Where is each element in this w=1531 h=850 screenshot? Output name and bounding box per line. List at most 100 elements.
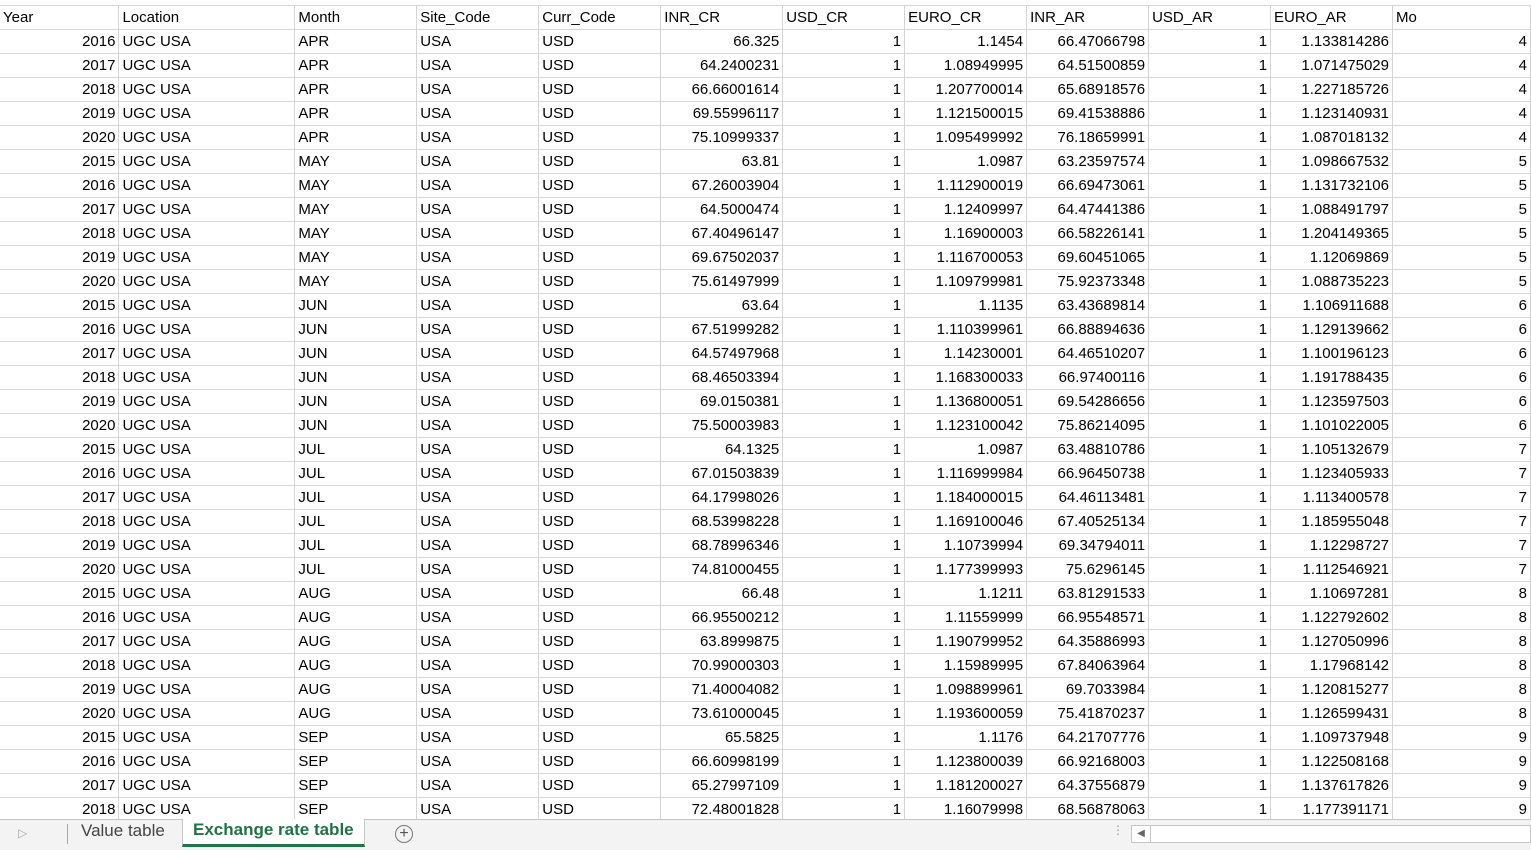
cell-month[interactable]: MAY <box>294 149 418 174</box>
cell-mo[interactable]: 8 <box>1392 701 1531 726</box>
header-cell-month[interactable]: Month <box>294 6 418 30</box>
cell-euro-cr[interactable]: 1.16079998 <box>904 797 1028 819</box>
cell-curr-code[interactable]: USD <box>538 653 662 678</box>
cell-location[interactable]: UGC USA <box>118 29 296 54</box>
cell-inr-ar[interactable]: 64.51500859 <box>1026 53 1150 78</box>
cell-month[interactable]: AUG <box>294 677 418 702</box>
cell-usd-cr[interactable]: 1 <box>782 245 906 270</box>
cell-euro-cr[interactable]: 1.177399993 <box>904 557 1028 582</box>
cell-euro-cr[interactable]: 1.193600059 <box>904 701 1028 726</box>
cell-inr-ar[interactable]: 63.48810786 <box>1026 437 1150 462</box>
cell-curr-code[interactable]: USD <box>538 365 662 390</box>
cell-inr-cr[interactable]: 64.57497968 <box>660 341 784 366</box>
cell-month[interactable]: JUN <box>294 413 418 438</box>
cell-month[interactable]: SEP <box>294 797 418 819</box>
cell-inr-cr[interactable]: 71.40004082 <box>660 677 784 702</box>
cell-location[interactable]: UGC USA <box>118 101 296 126</box>
cell-site-code[interactable]: USA <box>416 365 540 390</box>
header-cell-location[interactable]: Location <box>118 6 296 30</box>
cell-euro-cr[interactable]: 1.123800039 <box>904 749 1028 774</box>
cell-euro-ar[interactable]: 1.112546921 <box>1270 557 1393 582</box>
cell-usd-ar[interactable]: 1 <box>1148 245 1272 270</box>
cell-usd-cr[interactable]: 1 <box>782 293 906 318</box>
cell-site-code[interactable]: USA <box>416 173 540 198</box>
cell-inr-cr[interactable]: 69.67502037 <box>660 245 784 270</box>
cell-euro-ar[interactable]: 1.109737948 <box>1270 725 1393 750</box>
cell-usd-ar[interactable]: 1 <box>1148 605 1272 630</box>
cell-euro-cr[interactable]: 1.169100046 <box>904 509 1028 534</box>
cell-inr-ar[interactable]: 67.84063964 <box>1026 653 1150 678</box>
cell-usd-cr[interactable]: 1 <box>782 197 906 222</box>
cell-inr-cr[interactable]: 72.48001828 <box>660 797 784 819</box>
cell-mo[interactable]: 6 <box>1392 293 1531 318</box>
cell-curr-code[interactable]: USD <box>538 341 662 366</box>
cell-usd-cr[interactable]: 1 <box>782 773 906 798</box>
cell-site-code[interactable]: USA <box>416 245 540 270</box>
cell-euro-cr[interactable]: 1.1176 <box>904 725 1028 750</box>
cell-euro-ar[interactable]: 1.100196123 <box>1270 341 1393 366</box>
cell-month[interactable]: MAY <box>294 173 418 198</box>
cell-usd-cr[interactable]: 1 <box>782 749 906 774</box>
cell-month[interactable]: APR <box>294 77 418 102</box>
cell-month[interactable]: AUG <box>294 653 418 678</box>
scroll-left-arrow-icon[interactable]: ◀ <box>1132 826 1151 842</box>
cell-euro-cr[interactable]: 1.168300033 <box>904 365 1028 390</box>
cell-month[interactable]: JUL <box>294 437 418 462</box>
cell-inr-ar[interactable]: 69.41538886 <box>1026 101 1150 126</box>
cell-month[interactable]: APR <box>294 29 418 54</box>
cell-inr-cr[interactable]: 63.8999875 <box>660 629 784 654</box>
cell-inr-ar[interactable]: 64.35886993 <box>1026 629 1150 654</box>
cell-year[interactable]: 2019 <box>0 245 120 270</box>
cell-location[interactable]: UGC USA <box>118 293 296 318</box>
cell-mo[interactable]: 7 <box>1392 461 1531 486</box>
cell-location[interactable]: UGC USA <box>118 125 296 150</box>
cell-inr-cr[interactable]: 73.61000045 <box>660 701 784 726</box>
cell-mo[interactable]: 4 <box>1392 101 1531 126</box>
cell-mo[interactable]: 7 <box>1392 437 1531 462</box>
cell-usd-cr[interactable]: 1 <box>782 389 906 414</box>
cell-location[interactable]: UGC USA <box>118 653 296 678</box>
cell-location[interactable]: UGC USA <box>118 149 296 174</box>
cell-usd-ar[interactable]: 1 <box>1148 725 1272 750</box>
cell-inr-cr[interactable]: 65.27997109 <box>660 773 784 798</box>
cell-month[interactable]: MAY <box>294 245 418 270</box>
cell-euro-cr[interactable]: 1.12409997 <box>904 197 1028 222</box>
cell-mo[interactable]: 7 <box>1392 509 1531 534</box>
cell-usd-cr[interactable]: 1 <box>782 725 906 750</box>
cell-site-code[interactable]: USA <box>416 797 540 819</box>
cell-usd-ar[interactable]: 1 <box>1148 509 1272 534</box>
cell-euro-ar[interactable]: 1.204149365 <box>1270 221 1393 246</box>
cell-curr-code[interactable]: USD <box>538 797 662 819</box>
cell-month[interactable]: JUL <box>294 509 418 534</box>
cell-inr-cr[interactable]: 66.48 <box>660 581 784 606</box>
cell-month[interactable]: SEP <box>294 725 418 750</box>
cell-mo[interactable]: 8 <box>1392 653 1531 678</box>
cell-curr-code[interactable]: USD <box>538 269 662 294</box>
cell-inr-cr[interactable]: 66.60998199 <box>660 749 784 774</box>
cell-site-code[interactable]: USA <box>416 701 540 726</box>
cell-year[interactable]: 2016 <box>0 605 120 630</box>
cell-inr-cr[interactable]: 68.46503394 <box>660 365 784 390</box>
cell-location[interactable]: UGC USA <box>118 197 296 222</box>
cell-inr-ar[interactable]: 69.34794011 <box>1026 533 1150 558</box>
cell-usd-cr[interactable]: 1 <box>782 461 906 486</box>
cell-inr-ar[interactable]: 66.92168003 <box>1026 749 1150 774</box>
cell-euro-ar[interactable]: 1.12298727 <box>1270 533 1393 558</box>
cell-usd-cr[interactable]: 1 <box>782 677 906 702</box>
cell-mo[interactable]: 9 <box>1392 725 1531 750</box>
cell-usd-ar[interactable]: 1 <box>1148 485 1272 510</box>
cell-curr-code[interactable]: USD <box>538 677 662 702</box>
cell-euro-cr[interactable]: 1.11559999 <box>904 605 1028 630</box>
cell-site-code[interactable]: USA <box>416 629 540 654</box>
cell-location[interactable]: UGC USA <box>118 773 296 798</box>
cell-inr-ar[interactable]: 69.54286656 <box>1026 389 1150 414</box>
cell-inr-cr[interactable]: 75.50003983 <box>660 413 784 438</box>
cell-inr-ar[interactable]: 69.60451065 <box>1026 245 1150 270</box>
cell-location[interactable]: UGC USA <box>118 245 296 270</box>
cell-mo[interactable]: 7 <box>1392 533 1531 558</box>
cell-year[interactable]: 2015 <box>0 293 120 318</box>
cell-euro-cr[interactable]: 1.110399961 <box>904 317 1028 342</box>
cell-year[interactable]: 2017 <box>0 773 120 798</box>
cell-year[interactable]: 2020 <box>0 269 120 294</box>
cell-usd-ar[interactable]: 1 <box>1148 437 1272 462</box>
